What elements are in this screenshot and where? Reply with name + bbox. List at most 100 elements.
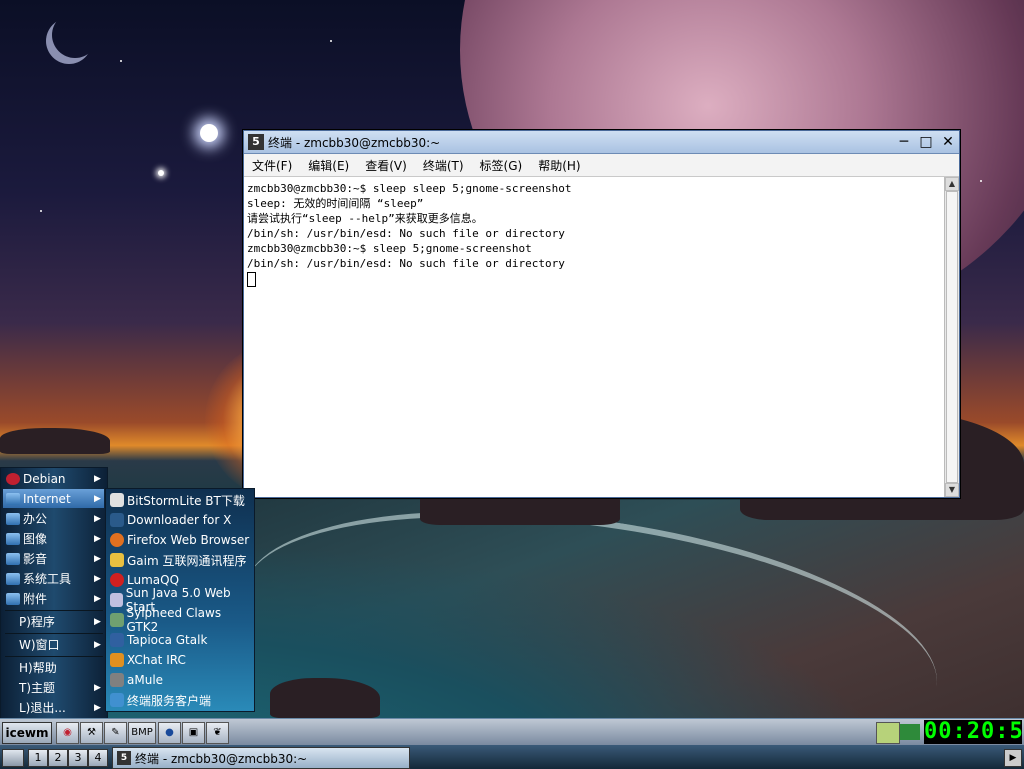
menu-item-themes[interactable]: T)主题 ▶ [3, 678, 104, 697]
globe-icon [6, 492, 20, 505]
submenu-arrow-icon: ▶ [94, 533, 101, 544]
terminal-menubar: 文件(F) 编辑(E) 查看(V) 终端(T) 标签(G) 帮助(H) [244, 154, 959, 177]
terminal-line: 请尝试执行“sleep --help”来获取更多信息。 [247, 212, 483, 225]
show-desktop-button[interactable] [2, 749, 24, 767]
window-title: 终端 - zmcbb30@zmcbb30:~ [268, 135, 441, 150]
folder-icon [6, 532, 20, 545]
close-button[interactable]: ✕ [937, 133, 959, 151]
wallpaper-star [200, 124, 218, 142]
debian-swirl-icon[interactable]: ◉ [56, 722, 79, 744]
wallpaper-star [330, 40, 332, 42]
submenu-item-amule[interactable]: aMule [108, 670, 252, 690]
submenu-item-terminal-services[interactable]: 终端服务客户端 [108, 690, 252, 710]
submenu-arrow-icon: ▶ [94, 639, 101, 650]
folder-icon [6, 572, 20, 585]
wallpaper-rocks [0, 428, 110, 454]
menu-item-accessories[interactable]: 附件 ▶ [3, 589, 104, 608]
task-button-terminal[interactable]: 5 终端 - zmcbb30@zmcbb30:~ [112, 747, 410, 769]
start-menu: Debian ▶ Internet ▶ 办公 ▶ 图像 ▶ 影音 ▶ 系统工具 … [0, 467, 108, 720]
browser-icon[interactable]: ● [158, 722, 181, 744]
menu-item-internet[interactable]: Internet ▶ [3, 489, 104, 508]
mule-icon [110, 673, 124, 687]
submenu-item-downloader[interactable]: Downloader for X [108, 510, 252, 530]
submenu-arrow-icon: ▶ [94, 616, 101, 627]
workspace-4-button[interactable]: 4 [88, 749, 108, 767]
penguin-icon [110, 573, 124, 587]
wallpaper-star [120, 60, 122, 62]
folder-icon [6, 512, 20, 525]
start-button[interactable]: icewm [2, 722, 52, 744]
bmp-icon[interactable]: BMP [128, 722, 156, 744]
taskbar: icewm ◉ ⚒ ✎ BMP ● ▣ ❦ 00:20:59 1 2 3 4 5… [0, 718, 1024, 769]
submenu-item-sylpheed[interactable]: Sylpheed Claws GTK2 [108, 606, 252, 634]
terminal-line: sleep: 无效的时间间隔 “sleep” [247, 197, 424, 210]
menu-edit[interactable]: 编辑(E) [300, 157, 357, 174]
scroll-up-icon[interactable]: ▲ [945, 177, 959, 191]
menu-item-multimedia[interactable]: 影音 ▶ [3, 549, 104, 568]
scroll-down-icon[interactable]: ▼ [945, 483, 959, 497]
scrollbar-thumb[interactable] [946, 191, 958, 483]
menu-view[interactable]: 查看(V) [357, 157, 415, 174]
taskbar-top-row: icewm ◉ ⚒ ✎ BMP ● ▣ ❦ 00:20:59 [0, 719, 1024, 745]
submenu-item-tapioca[interactable]: Tapioca Gtalk [108, 630, 252, 650]
menu-terminal[interactable]: 终端(T) [415, 157, 472, 174]
submenu-item-firefox[interactable]: Firefox Web Browser [108, 530, 252, 550]
submenu-item-gaim[interactable]: Gaim 互联网通讯程序 [108, 550, 252, 570]
menu-file[interactable]: 文件(F) [244, 157, 300, 174]
terminal-icon: 5 [117, 751, 131, 765]
terminal-titlebar[interactable]: 5 终端 - zmcbb30@zmcbb30:~ ─ □ ✕ [244, 131, 959, 154]
gtalk-icon [110, 633, 124, 647]
debian-icon [6, 472, 20, 485]
folder-icon [6, 592, 20, 605]
menu-separator [5, 656, 103, 657]
submenu-item-bitstorm[interactable]: BitStormLite BT下载 [108, 490, 252, 510]
terminal-line: /bin/sh: /usr/bin/esd: No such file or d… [247, 227, 565, 240]
submenu-item-xchat[interactable]: XChat IRC [108, 650, 252, 670]
menu-item-logout[interactable]: L)退出... ▶ [3, 698, 104, 717]
menu-tabs[interactable]: 标签(G) [472, 157, 531, 174]
terminal-line: /bin/sh: /usr/bin/esd: No such file or d… [247, 257, 565, 270]
terminal-window: 5 终端 - zmcbb30@zmcbb30:~ ─ □ ✕ 文件(F) 编辑(… [243, 130, 960, 498]
firefox-icon [110, 533, 124, 547]
xchat-icon [110, 653, 124, 667]
menu-item-help[interactable]: H)帮助 [3, 658, 104, 677]
maximize-button[interactable]: □ [915, 133, 937, 151]
menu-item-graphics[interactable]: 图像 ▶ [3, 529, 104, 548]
taskbar-scroll-right-icon[interactable]: ▶ [1004, 749, 1022, 767]
menu-separator [5, 610, 103, 611]
terminal-output[interactable]: zmcbb30@zmcbb30:~$ sleep sleep 5;gnome-s… [244, 177, 944, 497]
menu-help[interactable]: 帮助(H) [530, 157, 588, 174]
menu-item-programs[interactable]: P)程序 ▶ [3, 612, 104, 631]
monitor-icon[interactable]: ▣ [182, 722, 205, 744]
workspace-1-button[interactable]: 1 [28, 749, 48, 767]
submenu-arrow-icon: ▶ [94, 702, 101, 713]
gaim-icon [110, 553, 124, 567]
menu-item-debian[interactable]: Debian ▶ [3, 469, 104, 488]
network-tray-icon[interactable] [876, 722, 900, 744]
terminal-line: zmcbb30@zmcbb30:~$ sleep sleep 5;gnome-s… [247, 182, 572, 195]
menu-item-windows[interactable]: W)窗口 ▶ [3, 635, 104, 654]
clock[interactable]: 00:20:59 [924, 720, 1024, 744]
submenu-arrow-icon: ▶ [94, 473, 101, 484]
wallpaper-moon [52, 12, 98, 58]
menu-item-system-tools[interactable]: 系统工具 ▶ [3, 569, 104, 588]
wallpaper-rocks [270, 678, 380, 718]
terminal-icon[interactable]: 5 [248, 134, 264, 150]
submenu-arrow-icon: ▶ [94, 513, 101, 524]
terminal-scrollbar[interactable]: ▲ ▼ [944, 177, 959, 497]
taskbar-bottom-row: 1 2 3 4 5 终端 - zmcbb30@zmcbb30:~ ▶ [0, 745, 1024, 769]
bitstorm-icon [110, 493, 124, 507]
gimp-icon[interactable]: ❦ [206, 722, 229, 744]
workspace-3-button[interactable]: 3 [68, 749, 88, 767]
tools-icon[interactable]: ⚒ [80, 722, 103, 744]
wallpaper-star [40, 210, 42, 212]
workspace-2-button[interactable]: 2 [48, 749, 68, 767]
submenu-arrow-icon: ▶ [94, 593, 101, 604]
cpu-monitor-icon[interactable] [900, 724, 920, 740]
remote-desktop-icon [110, 693, 124, 707]
minimize-button[interactable]: ─ [893, 133, 915, 151]
editor-icon[interactable]: ✎ [104, 722, 127, 744]
menu-item-office[interactable]: 办公 ▶ [3, 509, 104, 528]
mail-icon [110, 613, 124, 627]
submenu-arrow-icon: ▶ [94, 682, 101, 693]
